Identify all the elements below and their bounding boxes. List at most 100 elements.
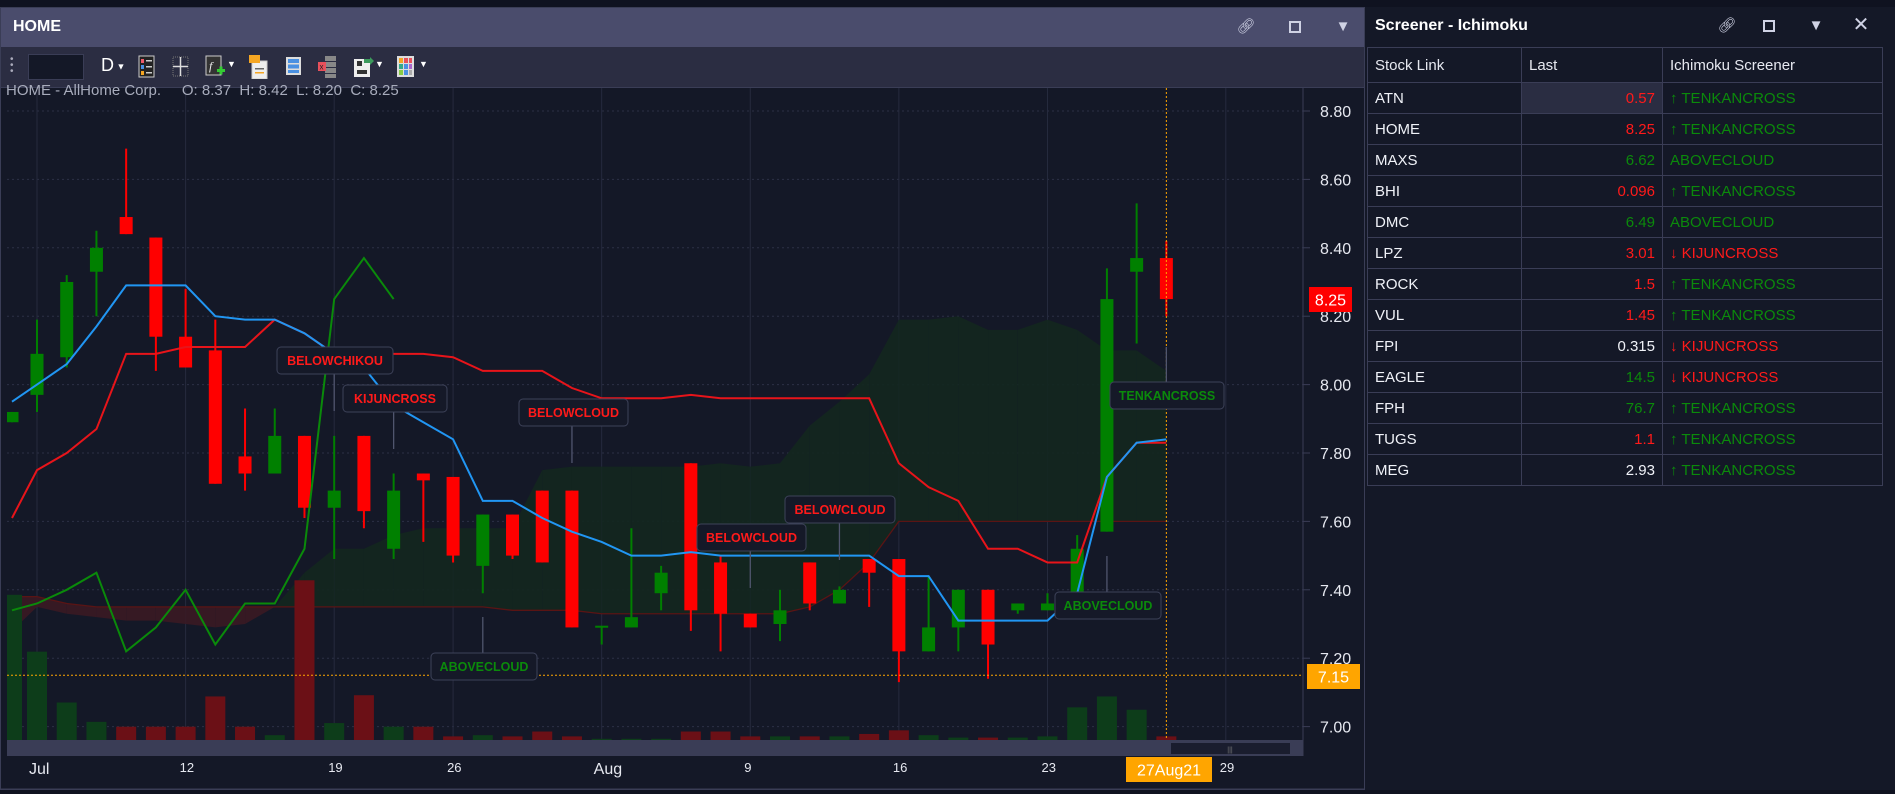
candle-body [327,490,341,508]
last-price-cell: 1.45 [1521,299,1663,331]
volume-bar [145,726,166,740]
candle-body [654,572,668,594]
last-price-cell: 1.5 [1521,268,1663,300]
volume-bar [799,736,820,740]
candle-body [624,617,638,628]
stock-link-cell[interactable]: HOME [1367,113,1522,145]
table-row[interactable]: VUL 1.45 ↑ TENKANCROSS [1367,299,1883,331]
annotation-label: BELOWCLOUD [706,531,797,545]
volume-bar [948,737,969,740]
candle [387,473,401,560]
candle-body [89,247,103,272]
y-tick-label: 8.00 [1320,378,1351,395]
y-tick-label: 8.60 [1320,172,1351,189]
stock-link-cell[interactable]: ATN [1367,82,1522,114]
ichimoku-signal-cell: ABOVECLOUD [1662,206,1883,238]
x-tick-label: 16 [893,760,907,775]
stock-link-cell[interactable]: BHI [1367,175,1522,207]
candle [1130,203,1144,344]
table-row[interactable]: LPZ 3.01 ↓ KIJUNCROSS [1367,237,1883,269]
last-price-cell: 8.25 [1521,113,1663,145]
scroll-strip[interactable] [7,740,1303,756]
stock-link-cell[interactable]: MAXS [1367,144,1522,176]
ohlc-legend: HOME - AllHome Corp. O: 8.37 H: 8.42 L: … [6,82,399,99]
link-icon[interactable]: 🔗︎ [1717,16,1737,36]
y-tick-label: 8.40 [1320,241,1351,258]
table-row[interactable]: ATN 0.57 ↑ TENKANCROSS [1367,82,1883,114]
candle [149,237,163,371]
price-chart[interactable]: BELOWCHIKOU KIJUNCROSS BELOWCLOUD ABOVECLOU… [0,0,1365,794]
stock-link-cell[interactable]: FPH [1367,392,1522,424]
cloud-segment [928,316,959,522]
crosshair-date-tag-text: 27Aug21 [1137,763,1201,780]
table-row[interactable]: ROCK 1.5 ↑ TENKANCROSS [1367,268,1883,300]
annotation-label: TENKANCROSS [1119,389,1216,403]
stock-link-cell[interactable]: FPI [1367,330,1522,362]
cloud-segment [601,466,632,614]
candle-body [684,463,698,611]
stock-link-cell[interactable]: MEG [1367,454,1522,486]
close-icon[interactable]: ✕ [1851,15,1871,35]
y-tick-label: 7.60 [1320,514,1351,531]
candle-body [297,435,311,508]
maximize-icon[interactable] [1759,16,1779,36]
candle [922,576,936,652]
stock-link-cell[interactable]: EAGLE [1367,361,1522,393]
volume-bar [472,735,493,740]
table-row[interactable]: MEG 2.93 ↑ TENKANCROSS [1367,454,1883,486]
table-row[interactable]: HOME 8.25 ↑ TENKANCROSS [1367,113,1883,145]
cloud-segment [839,374,870,590]
table-row[interactable]: EAGLE 14.5 ↓ KIJUNCROSS [1367,361,1883,393]
stock-link-cell[interactable]: TUGS [1367,423,1522,455]
candle-body [357,435,371,512]
stock-link-cell[interactable]: DMC [1367,206,1522,238]
cloud-segment [1017,319,1048,522]
ichimoku-signal-cell: ↑ TENKANCROSS [1662,82,1883,114]
table-row[interactable]: DMC 6.49 ABOVECLOUD [1367,206,1883,238]
x-tick-label: 29 [1220,760,1234,775]
candle-body [981,589,995,645]
x-tick-label: Jul [29,761,49,778]
stock-link-cell[interactable]: LPZ [1367,237,1522,269]
stock-link-cell[interactable]: VUL [1367,299,1522,331]
annotation-label: BELOWCLOUD [795,503,886,517]
stock-link-cell[interactable]: ROCK [1367,268,1522,300]
volume-bar [27,651,47,740]
screener-window: Screener - Ichimoku 🔗︎ ▼ ✕ Stock Link La… [1365,7,1895,790]
volume-bar [532,731,553,740]
table-row[interactable]: BHI 0.096 ↑ TENKANCROSS [1367,175,1883,207]
cloud-segment [958,316,989,522]
table-row[interactable]: FPI 0.315 ↓ KIJUNCROSS [1367,330,1883,362]
candle [119,148,133,235]
column-header-last[interactable]: Last [1521,47,1663,83]
signal-annotation[interactable]: ABOVECLOUD [430,617,538,681]
y-tick-label: 7.40 [1320,583,1351,600]
candle [803,562,817,611]
column-header-stock-link[interactable]: Stock Link [1367,47,1522,83]
candle [60,275,74,368]
last-price-cell: 2.93 [1521,454,1663,486]
column-header-ichimoku-screener[interactable]: Ichimoku Screener [1662,47,1883,83]
volume-bar [175,726,196,740]
last-price-cell: 6.62 [1521,144,1663,176]
pin-icon[interactable]: ▼ [1806,16,1826,36]
candle-body [476,514,490,566]
volume-bar [324,723,345,740]
table-row[interactable]: TUGS 1.1 ↑ TENKANCROSS [1367,423,1883,455]
candle-body [714,562,728,614]
volume-bar [383,726,404,740]
candle [7,411,19,423]
volume-bar [264,735,285,740]
cloud-segment [988,329,1018,522]
ichimoku-signal-cell: ↑ TENKANCROSS [1662,392,1883,424]
candle-body [565,490,579,628]
ohlc-values: O: 8.37 H: 8.42 L: 8.20 C: 8.25 [181,82,399,99]
table-row[interactable]: FPH 76.7 ↑ TENKANCROSS [1367,392,1883,424]
candle [684,463,698,631]
candle-body [119,217,133,235]
table-row[interactable]: MAXS 6.62 ABOVECLOUD [1367,144,1883,176]
candle [535,490,549,563]
annotation-label: BELOWCLOUD [528,406,619,420]
cloud-segment [898,319,929,522]
last-price-cell: 0.57 [1521,82,1663,114]
